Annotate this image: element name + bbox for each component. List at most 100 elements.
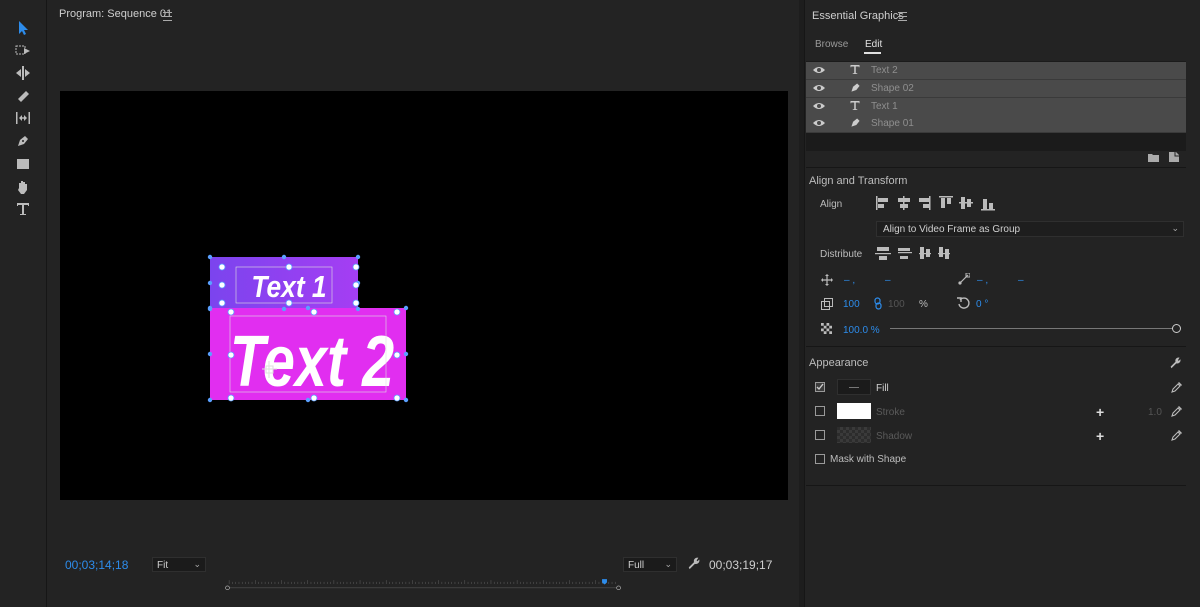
selection-handle[interactable] — [218, 263, 226, 271]
layer-row[interactable]: Text 2 — [806, 62, 1186, 80]
essential-graphics-title[interactable]: Essential Graphics — [812, 10, 904, 22]
essential-graphics-menu-icon[interactable] — [898, 12, 907, 21]
add-shadow-icon[interactable]: + — [1096, 428, 1104, 444]
tab-browse[interactable]: Browse — [815, 39, 848, 50]
playhead[interactable] — [602, 579, 607, 585]
selection-handle[interactable] — [207, 397, 213, 403]
selection-handle[interactable] — [285, 263, 293, 271]
selection-handle[interactable] — [305, 397, 311, 403]
position-x-value[interactable]: – , — [844, 275, 855, 286]
wrench-icon[interactable] — [1169, 356, 1182, 372]
program-menu-icon[interactable] — [163, 12, 172, 21]
wrench-icon[interactable] — [687, 556, 701, 570]
selection-handle[interactable] — [355, 254, 361, 260]
selection-handle[interactable] — [218, 299, 226, 307]
link-icon[interactable] — [874, 297, 882, 313]
align-bottom-icon[interactable] — [981, 199, 995, 211]
zoom-dropdown[interactable]: Fit ⌄ — [152, 557, 206, 572]
position-y-value[interactable]: – — [885, 275, 891, 286]
align-center-h-icon[interactable] — [898, 196, 910, 210]
add-stroke-icon[interactable]: + — [1096, 404, 1104, 420]
pen-tool-icon[interactable] — [10, 131, 36, 151]
distribute-spacing-h-icon[interactable] — [919, 247, 931, 259]
new-group-icon[interactable] — [1148, 153, 1159, 165]
time-ruler[interactable] — [60, 578, 785, 590]
rotation-value[interactable]: 0 ° — [976, 299, 988, 310]
shadow-checkbox[interactable] — [815, 430, 825, 440]
fill-color-swatch[interactable] — [837, 379, 871, 395]
track-select-tool-icon[interactable] — [10, 40, 36, 60]
text-2[interactable]: Text 2 — [230, 321, 394, 402]
selection-handle[interactable] — [207, 305, 213, 311]
video-frame[interactable]: Text 1 Text 2 — [60, 91, 788, 500]
selection-handle[interactable] — [355, 306, 361, 312]
program-monitor-title[interactable]: Program: Sequence 01 — [59, 8, 172, 20]
stroke-checkbox[interactable] — [815, 406, 825, 416]
opacity-slider-track[interactable] — [890, 328, 1177, 329]
distribute-horizontal-icon[interactable] — [875, 247, 891, 260]
anchor-x-value[interactable]: – , — [977, 275, 988, 286]
ripple-edit-tool-icon[interactable] — [10, 63, 36, 83]
eye-icon[interactable] — [813, 118, 825, 131]
new-layer-icon[interactable] — [1169, 152, 1179, 165]
hand-tool-icon[interactable] — [10, 177, 36, 197]
selection-handle[interactable] — [403, 351, 409, 357]
layer-row[interactable]: Text 1 — [806, 98, 1186, 116]
tab-edit[interactable]: Edit — [865, 39, 882, 50]
distribute-spacing-v-icon[interactable] — [938, 247, 950, 259]
eye-icon[interactable] — [813, 83, 825, 96]
selection-handle[interactable] — [207, 280, 213, 286]
eyedropper-icon[interactable] — [1171, 405, 1183, 420]
selection-handle[interactable] — [227, 308, 235, 316]
selection-handle[interactable] — [352, 281, 360, 289]
align-mode-dropdown[interactable]: Align to Video Frame as Group ⌄ — [876, 221, 1184, 237]
stroke-color-swatch[interactable] — [837, 403, 871, 419]
selection-handle[interactable] — [227, 394, 235, 402]
fill-checkbox[interactable] — [815, 382, 825, 392]
layer-row[interactable]: Shape 01 — [806, 115, 1186, 133]
selection-handle[interactable] — [352, 299, 360, 307]
selection-handle[interactable] — [281, 306, 287, 312]
eye-icon[interactable] — [813, 101, 825, 114]
selection-handle[interactable] — [281, 254, 287, 260]
shadow-color-swatch[interactable] — [837, 427, 871, 443]
align-top-icon[interactable] — [939, 196, 953, 208]
eyedropper-icon[interactable] — [1171, 429, 1183, 444]
eyedropper-icon[interactable] — [1171, 381, 1183, 396]
out-point-handle[interactable] — [616, 585, 621, 590]
razor-tool-icon[interactable] — [10, 86, 36, 106]
selection-handle[interactable] — [305, 305, 311, 311]
selection-handle[interactable] — [403, 305, 409, 311]
align-center-v-icon[interactable] — [959, 197, 973, 209]
selection-handle[interactable] — [285, 299, 293, 307]
selection-handle[interactable] — [310, 308, 318, 316]
distribute-vertical-icon[interactable] — [898, 248, 912, 259]
resolution-dropdown[interactable]: Full ⌄ — [623, 557, 677, 572]
selection-handle[interactable] — [207, 254, 213, 260]
slip-tool-icon[interactable] — [10, 108, 36, 128]
align-right-icon[interactable] — [919, 196, 931, 210]
selection-handle[interactable] — [352, 263, 360, 271]
anchor-y-value[interactable]: – — [1018, 275, 1024, 286]
opacity-value[interactable]: 100.0 % — [843, 325, 880, 336]
selection-handle[interactable] — [218, 281, 226, 289]
layer-row[interactable]: Shape 02 — [806, 80, 1186, 98]
selection-handle[interactable] — [393, 308, 401, 316]
selection-handle[interactable] — [227, 351, 235, 359]
eye-icon[interactable] — [813, 65, 825, 78]
text-1[interactable]: Text 1 — [251, 270, 326, 304]
selection-handle[interactable] — [403, 397, 409, 403]
opacity-slider-handle[interactable] — [1172, 324, 1181, 333]
selection-handle[interactable] — [393, 394, 401, 402]
selection-handle[interactable] — [393, 351, 401, 359]
selection-handle[interactable] — [207, 351, 213, 357]
rectangle-tool-icon[interactable] — [10, 154, 36, 174]
current-timecode[interactable]: 00;03;14;18 — [65, 558, 128, 572]
align-left-icon[interactable] — [876, 196, 888, 210]
selection-tool-icon[interactable] — [10, 18, 36, 38]
selection-handle[interactable] — [310, 394, 318, 402]
scale-value[interactable]: 100 — [843, 299, 860, 310]
in-point-handle[interactable] — [225, 585, 230, 590]
type-tool-icon[interactable] — [10, 199, 36, 219]
mask-with-shape-checkbox[interactable] — [815, 454, 825, 464]
